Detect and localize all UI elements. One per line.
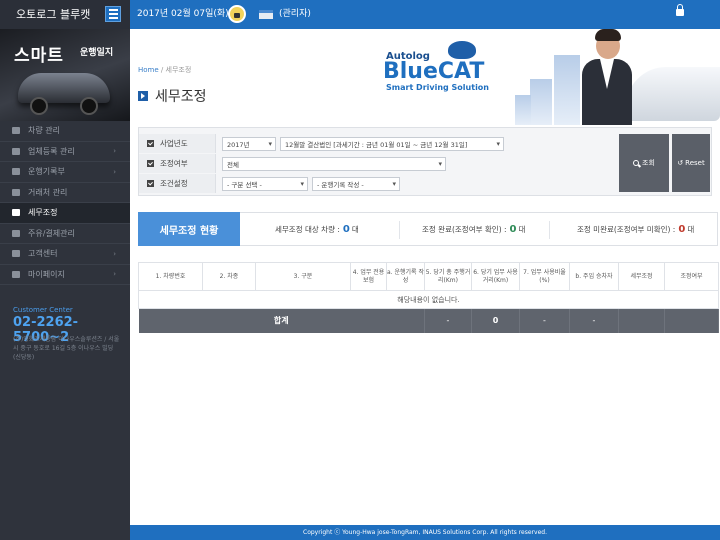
sidebar-item-vehicles[interactable]: 차량 관리 xyxy=(0,121,130,142)
vehicle-image xyxy=(626,67,720,121)
adjust-checkbox[interactable] xyxy=(147,160,154,167)
column-header[interactable]: 7. 업무 사용비율(%) xyxy=(519,262,570,291)
breadcrumb-separator: / xyxy=(160,66,164,74)
footer-copyright: Copyright ⓒ Young-Hwa jose-TongRam, INAU… xyxy=(130,525,720,540)
sum-cell xyxy=(664,308,719,333)
sum-cell: 0 xyxy=(471,308,520,333)
column-header[interactable]: 1. 차량번호 xyxy=(138,262,203,291)
pending-count: 조정 미완료(조정여부 미확인) :0대 xyxy=(577,223,695,235)
filter-row-year: 사업년도 2017년 12월말 결산법인 [과세기간 : 금년 01월 01일 … xyxy=(139,134,613,153)
column-header[interactable]: 3. 구분 xyxy=(255,262,351,291)
column-header[interactable]: 4. 업무 전용보험 xyxy=(350,262,387,291)
promo-title: 스마트 xyxy=(14,46,64,66)
filter-row-condition: 조건설정 - 구분 선택 - - 운행기록 작성 - xyxy=(139,174,613,193)
avatar[interactable] xyxy=(228,5,246,23)
breadcrumb-current: 세무조정 xyxy=(165,66,192,74)
column-header[interactable]: 세무조정 xyxy=(618,262,665,291)
column-header[interactable]: 2. 차종 xyxy=(202,262,256,291)
sidebar-item-tax-adjustment[interactable]: 세무조정 xyxy=(0,203,130,224)
sidebar-nav: 차량 관리 업체등록 관리 › 운행기록부 › 거래처 관리 세무조정 주유/결제관… xyxy=(0,121,130,285)
page-banner: Home / 세무조정 세무조정 Autolog BlueCAT Smart D… xyxy=(130,29,720,125)
sidebar-item-mypage[interactable]: 마이페이지 › xyxy=(0,265,130,285)
column-header[interactable]: a. 운행기록 작성 xyxy=(386,262,425,291)
sum-label: 합계 xyxy=(138,308,425,333)
current-date: 2017년 02월 07일(화) xyxy=(137,9,229,19)
building-image xyxy=(554,55,580,125)
building-image xyxy=(515,95,531,125)
search-icon xyxy=(633,160,640,166)
table-row: 해당내용이 없습니다. xyxy=(138,290,719,309)
user-icon xyxy=(12,270,20,278)
promo-banner: 스마트 운행일지 xyxy=(0,29,130,121)
user-role: (관리자) xyxy=(279,9,311,19)
status-tab[interactable]: 세무조정 현황 xyxy=(138,212,240,246)
gear-icon xyxy=(12,147,20,155)
flag-icon xyxy=(259,10,273,19)
empty-message: 해당내용이 없습니다. xyxy=(138,290,719,309)
column-header[interactable]: 조정여부 xyxy=(664,262,719,291)
sidebar-item-company[interactable]: 업체등록 관리 › xyxy=(0,142,130,162)
sum-cell: - xyxy=(569,308,619,333)
customer-center-label: Customer Center xyxy=(13,306,73,314)
sum-row: 합계 - 0 - - xyxy=(138,308,719,333)
status-summary: 세무조정 현황 세무조정 대상 차량 :0대 조정 완료(조정여부 확인) :0… xyxy=(138,212,718,246)
car-image xyxy=(18,73,110,115)
hamburger-icon xyxy=(108,9,118,11)
logo-subtitle: Smart Driving Solution xyxy=(386,83,489,92)
done-count: 조정 완료(조정여부 확인) :0대 xyxy=(422,223,526,235)
logo-main-text: BlueCAT xyxy=(383,59,485,84)
document-icon xyxy=(12,188,20,196)
sidebar-item-clients[interactable]: 거래처 관리 xyxy=(0,183,130,203)
column-header[interactable]: 5. 당기 총 주행거리(Km) xyxy=(424,262,472,291)
year-checkbox[interactable] xyxy=(147,140,154,147)
sum-cell: - xyxy=(519,308,570,333)
adjust-select[interactable]: 전체 xyxy=(222,156,446,171)
sum-cell: - xyxy=(424,308,472,333)
chevron-right-icon: › xyxy=(113,167,116,176)
company-address: (주)영화조세통람 이나우스솔루션즈 / 서울시 중구 동호로 16길 5층 이… xyxy=(13,336,120,361)
column-header[interactable]: 6. 당기 업무 사용거리(Km) xyxy=(471,262,520,291)
reset-button[interactable]: ↺ Reset xyxy=(672,134,710,192)
logbook-select[interactable]: - 운행기록 작성 - xyxy=(312,176,400,191)
filter-panel: 사업년도 2017년 12월말 결산법인 [과세기간 : 금년 01월 01일 … xyxy=(138,127,712,196)
menu-toggle-button[interactable] xyxy=(105,6,121,22)
sidebar-item-support[interactable]: 고객센터 › xyxy=(0,244,130,265)
breadcrumb-home[interactable]: Home xyxy=(138,66,159,74)
top-bar: 오토로그 블루캣 2017년 02월 07일(화) (관리자) xyxy=(0,0,720,29)
page-title: 세무조정 xyxy=(138,86,207,106)
undo-icon: ↺ xyxy=(677,159,684,167)
card-icon xyxy=(12,229,20,237)
arrow-box-icon xyxy=(138,91,148,101)
sidebar-item-fuel-payment[interactable]: 주유/결제관리 xyxy=(0,224,130,244)
tax-adjustment-table: 1. 차량번호 2. 차종 3. 구분 4. 업무 전용보험 a. 운행기록 작… xyxy=(138,262,719,333)
headset-icon xyxy=(12,250,20,258)
grid-icon xyxy=(12,168,20,176)
filter-row-adjust: 조정여부 전체 xyxy=(139,154,613,173)
chevron-right-icon: › xyxy=(113,270,116,279)
year-select[interactable]: 2017년 xyxy=(222,136,276,151)
promo-subtitle: 운행일지 xyxy=(80,48,114,58)
sum-cell xyxy=(618,308,665,333)
period-select[interactable]: 12월말 결산법인 [과세기간 : 금년 01월 01일 ~ 금년 12월 31… xyxy=(280,136,504,151)
column-header[interactable]: b. 주임 승차자 xyxy=(569,262,619,291)
sidebar-item-logbook[interactable]: 운행기록부 › xyxy=(0,162,130,183)
sidebar: 스마트 운행일지 차량 관리 업체등록 관리 › 운행기록부 › 거래처 관리 세무… xyxy=(0,29,130,540)
table-header-row: 1. 차량번호 2. 차종 3. 구분 4. 업무 전용보험 a. 운행기록 작… xyxy=(138,262,719,291)
cat-logo-icon xyxy=(448,41,476,59)
car-icon xyxy=(12,127,20,135)
logout-lock-icon[interactable] xyxy=(676,4,684,16)
calculator-icon xyxy=(12,209,20,217)
chevron-right-icon: › xyxy=(113,249,116,258)
breadcrumb: Home / 세무조정 xyxy=(138,65,191,75)
category-select[interactable]: - 구분 선택 - xyxy=(222,176,308,191)
target-count: 세무조정 대상 차량 :0대 xyxy=(275,223,359,235)
building-image xyxy=(530,79,552,125)
chevron-right-icon: › xyxy=(113,147,116,156)
condition-checkbox[interactable] xyxy=(147,180,154,187)
search-button[interactable]: 조회 xyxy=(619,134,669,192)
